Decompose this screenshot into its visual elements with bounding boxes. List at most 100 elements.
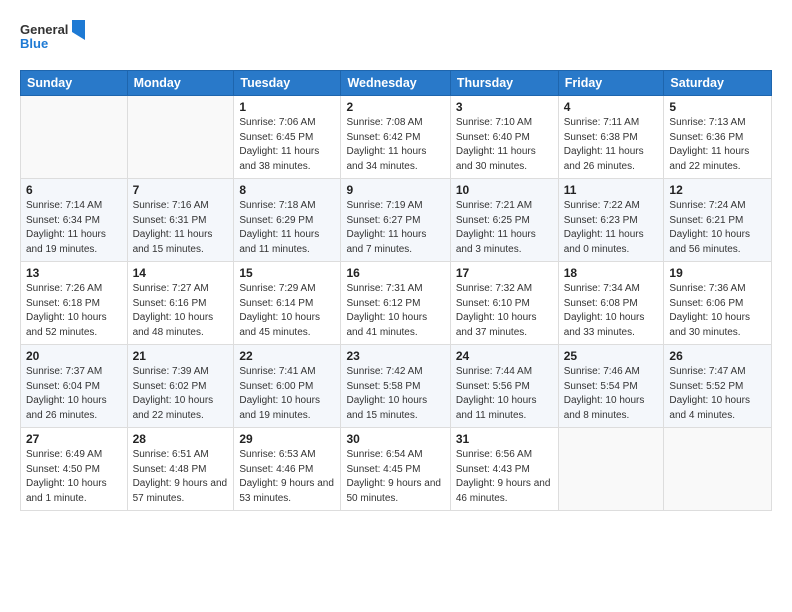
calendar-cell: 30Sunrise: 6:54 AMSunset: 4:45 PMDayligh… <box>341 428 450 511</box>
calendar-cell: 19 Sunrise: 7:36 AMSunset: 6:06 PMDayligh… <box>664 262 772 345</box>
calendar-cell: 8 Sunrise: 7:18 AMSunset: 6:29 PMDaylight… <box>234 179 341 262</box>
day-number: 11 <box>564 183 659 197</box>
day-detail: Sunrise: 7:41 AMSunset: 6:00 PMDaylight:… <box>239 365 335 423</box>
day-detail: Sunrise: 6:53 AMSunset: 4:46 PMDaylight:… <box>239 448 335 506</box>
calendar-cell <box>664 428 772 511</box>
calendar-cell: 24 Sunrise: 7:44 AMSunset: 5:56 PMDayligh… <box>450 345 558 428</box>
weekday-header-wednesday: Wednesday <box>341 71 450 96</box>
calendar-table: SundayMondayTuesdayWednesdayThursdayFrid… <box>20 70 772 511</box>
logo-svg: General Blue <box>20 18 90 60</box>
calendar-week-row: 13Sunrise: 7:26 AMSunset: 6:18 PMDayligh… <box>21 262 772 345</box>
weekday-header-monday: Monday <box>127 71 234 96</box>
day-number: 4 <box>564 100 659 114</box>
weekday-header-row: SundayMondayTuesdayWednesdayThursdayFrid… <box>21 71 772 96</box>
calendar-cell: 5Sunrise: 7:13 AMSunset: 6:36 PMDaylight… <box>664 96 772 179</box>
day-detail: Sunrise: 7:37 AMSunset: 6:04 PMDaylight:… <box>26 365 122 423</box>
day-detail: Sunrise: 7:21 AMSunset: 6:25 PMDaylight:… <box>456 199 553 257</box>
calendar-cell <box>558 428 664 511</box>
calendar-cell: 7 Sunrise: 7:16 AMSunset: 6:31 PMDaylight… <box>127 179 234 262</box>
day-detail: Sunrise: 7:46 AMSunset: 5:54 PMDaylight:… <box>564 365 659 423</box>
logo: General Blue <box>20 18 90 60</box>
calendar-cell: 31 Sunrise: 6:56 AMSunset: 4:43 PMDayligh… <box>450 428 558 511</box>
day-number: 31 <box>456 432 553 446</box>
weekday-header-sunday: Sunday <box>21 71 128 96</box>
day-number: 12 <box>669 183 766 197</box>
day-number: 6 <box>26 183 122 197</box>
day-detail: Sunrise: 7:14 AMSunset: 6:34 PMDaylight:… <box>26 199 122 257</box>
day-detail: Sunrise: 7:11 AMSunset: 6:38 PMDaylight:… <box>564 116 659 174</box>
day-detail: Sunrise: 7:19 AMSunset: 6:27 PMDaylight:… <box>346 199 444 257</box>
calendar-cell <box>21 96 128 179</box>
day-detail: Sunrise: 7:26 AMSunset: 6:18 PMDaylight:… <box>26 282 122 340</box>
calendar-cell: 13Sunrise: 7:26 AMSunset: 6:18 PMDayligh… <box>21 262 128 345</box>
calendar-cell: 29 Sunrise: 6:53 AMSunset: 4:46 PMDayligh… <box>234 428 341 511</box>
calendar-cell: 25 Sunrise: 7:46 AMSunset: 5:54 PMDayligh… <box>558 345 664 428</box>
day-number: 23 <box>346 349 444 363</box>
calendar-week-row: 1 Sunrise: 7:06 AMSunset: 6:45 PMDaylight… <box>21 96 772 179</box>
calendar-cell: 21 Sunrise: 7:39 AMSunset: 6:02 PMDayligh… <box>127 345 234 428</box>
svg-text:Blue: Blue <box>20 36 48 51</box>
day-detail: Sunrise: 7:10 AMSunset: 6:40 PMDaylight:… <box>456 116 553 174</box>
calendar-cell: 15 Sunrise: 7:29 AMSunset: 6:14 PMDayligh… <box>234 262 341 345</box>
day-detail: Sunrise: 7:08 AMSunset: 6:42 PMDaylight:… <box>346 116 444 174</box>
day-detail: Sunrise: 7:27 AMSunset: 6:16 PMDaylight:… <box>133 282 229 340</box>
calendar-cell: 4 Sunrise: 7:11 AMSunset: 6:38 PMDaylight… <box>558 96 664 179</box>
day-detail: Sunrise: 6:51 AMSunset: 4:48 PMDaylight:… <box>133 448 229 506</box>
day-detail: Sunrise: 6:56 AMSunset: 4:43 PMDaylight:… <box>456 448 553 506</box>
weekday-header-friday: Friday <box>558 71 664 96</box>
day-number: 25 <box>564 349 659 363</box>
day-detail: Sunrise: 7:36 AMSunset: 6:06 PMDaylight:… <box>669 282 766 340</box>
day-number: 3 <box>456 100 553 114</box>
day-number: 21 <box>133 349 229 363</box>
day-detail: Sunrise: 7:06 AMSunset: 6:45 PMDaylight:… <box>239 116 335 174</box>
calendar-cell: 2 Sunrise: 7:08 AMSunset: 6:42 PMDaylight… <box>341 96 450 179</box>
day-number: 2 <box>346 100 444 114</box>
day-number: 30 <box>346 432 444 446</box>
day-detail: Sunrise: 7:29 AMSunset: 6:14 PMDaylight:… <box>239 282 335 340</box>
page-header: General Blue <box>20 18 772 60</box>
calendar-cell: 23 Sunrise: 7:42 AMSunset: 5:58 PMDayligh… <box>341 345 450 428</box>
day-number: 18 <box>564 266 659 280</box>
day-detail: Sunrise: 7:13 AMSunset: 6:36 PMDaylight:… <box>669 116 766 174</box>
weekday-header-saturday: Saturday <box>664 71 772 96</box>
day-number: 1 <box>239 100 335 114</box>
day-detail: Sunrise: 7:22 AMSunset: 6:23 PMDaylight:… <box>564 199 659 257</box>
calendar-week-row: 27Sunrise: 6:49 AMSunset: 4:50 PMDayligh… <box>21 428 772 511</box>
day-detail: Sunrise: 7:18 AMSunset: 6:29 PMDaylight:… <box>239 199 335 257</box>
calendar-cell: 28Sunrise: 6:51 AMSunset: 4:48 PMDayligh… <box>127 428 234 511</box>
calendar-cell: 22 Sunrise: 7:41 AMSunset: 6:00 PMDayligh… <box>234 345 341 428</box>
day-number: 24 <box>456 349 553 363</box>
day-detail: Sunrise: 7:34 AMSunset: 6:08 PMDaylight:… <box>564 282 659 340</box>
calendar-week-row: 6 Sunrise: 7:14 AMSunset: 6:34 PMDaylight… <box>21 179 772 262</box>
day-number: 19 <box>669 266 766 280</box>
day-number: 26 <box>669 349 766 363</box>
calendar-cell: 14 Sunrise: 7:27 AMSunset: 6:16 PMDayligh… <box>127 262 234 345</box>
calendar-cell: 27Sunrise: 6:49 AMSunset: 4:50 PMDayligh… <box>21 428 128 511</box>
calendar-cell: 1 Sunrise: 7:06 AMSunset: 6:45 PMDaylight… <box>234 96 341 179</box>
calendar-cell: 17Sunrise: 7:32 AMSunset: 6:10 PMDayligh… <box>450 262 558 345</box>
calendar-cell: 9 Sunrise: 7:19 AMSunset: 6:27 PMDaylight… <box>341 179 450 262</box>
calendar-cell <box>127 96 234 179</box>
day-number: 8 <box>239 183 335 197</box>
day-detail: Sunrise: 7:47 AMSunset: 5:52 PMDaylight:… <box>669 365 766 423</box>
day-detail: Sunrise: 7:44 AMSunset: 5:56 PMDaylight:… <box>456 365 553 423</box>
day-number: 29 <box>239 432 335 446</box>
day-number: 7 <box>133 183 229 197</box>
calendar-week-row: 20Sunrise: 7:37 AMSunset: 6:04 PMDayligh… <box>21 345 772 428</box>
day-detail: Sunrise: 7:24 AMSunset: 6:21 PMDaylight:… <box>669 199 766 257</box>
calendar-cell: 16Sunrise: 7:31 AMSunset: 6:12 PMDayligh… <box>341 262 450 345</box>
calendar-cell: 3 Sunrise: 7:10 AMSunset: 6:40 PMDaylight… <box>450 96 558 179</box>
day-number: 9 <box>346 183 444 197</box>
day-detail: Sunrise: 6:49 AMSunset: 4:50 PMDaylight:… <box>26 448 122 506</box>
calendar-cell: 10 Sunrise: 7:21 AMSunset: 6:25 PMDayligh… <box>450 179 558 262</box>
weekday-header-thursday: Thursday <box>450 71 558 96</box>
day-detail: Sunrise: 7:39 AMSunset: 6:02 PMDaylight:… <box>133 365 229 423</box>
day-detail: Sunrise: 7:16 AMSunset: 6:31 PMDaylight:… <box>133 199 229 257</box>
day-number: 22 <box>239 349 335 363</box>
day-detail: Sunrise: 7:42 AMSunset: 5:58 PMDaylight:… <box>346 365 444 423</box>
day-number: 14 <box>133 266 229 280</box>
day-number: 10 <box>456 183 553 197</box>
day-number: 15 <box>239 266 335 280</box>
weekday-header-tuesday: Tuesday <box>234 71 341 96</box>
calendar-cell: 11 Sunrise: 7:22 AMSunset: 6:23 PMDayligh… <box>558 179 664 262</box>
